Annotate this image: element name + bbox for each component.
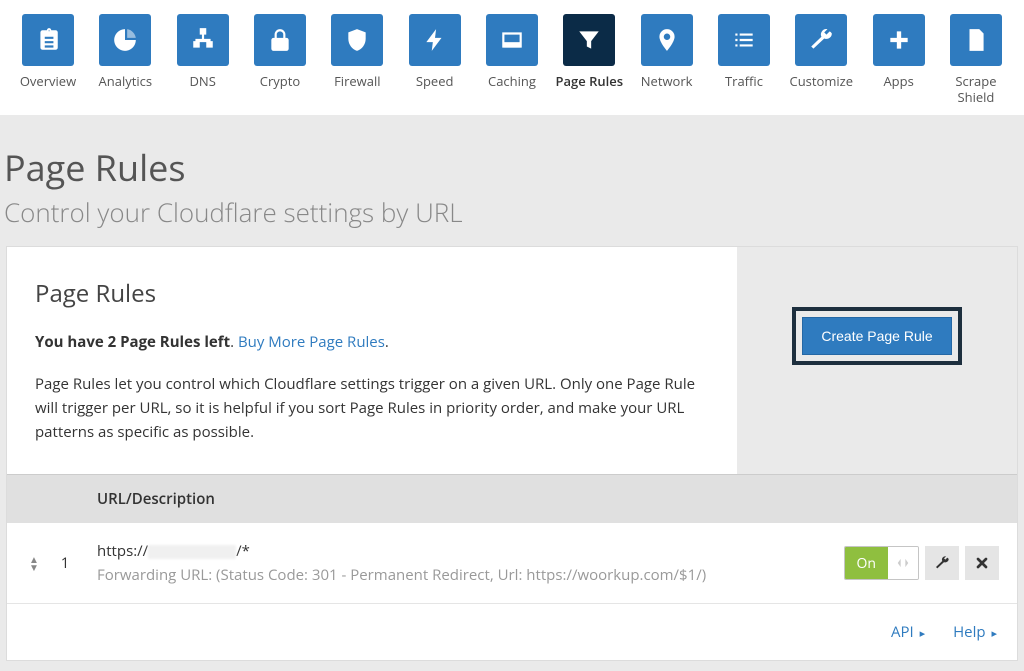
drag-handle[interactable]: ▲ ▼ <box>21 555 47 571</box>
nav-label: Network <box>641 74 693 90</box>
nav-customize[interactable]: Customize <box>785 14 857 105</box>
nav-label: Caching <box>488 74 536 90</box>
nav-speed[interactable]: Speed <box>399 14 471 105</box>
nav-label: Page Rules <box>555 74 623 90</box>
nav-label: Firewall <box>334 74 380 90</box>
plus-icon <box>873 14 925 66</box>
nav-label: Traffic <box>725 74 763 90</box>
nav-label: Overview <box>20 74 76 90</box>
table-row: ▲ ▼ 1 https:///* Forwarding URL: (Status… <box>7 523 1017 604</box>
delete-button[interactable] <box>965 546 999 580</box>
card-heading: Page Rules <box>35 277 709 310</box>
redacted-domain <box>148 545 236 559</box>
page-subtitle: Control your Cloudflare settings by URL <box>4 194 1024 230</box>
nav-traffic[interactable]: Traffic <box>708 14 780 105</box>
nav-page-rules[interactable]: Page Rules <box>553 14 625 105</box>
list-icon <box>718 14 770 66</box>
nav-label: Apps <box>883 74 913 90</box>
edit-button[interactable] <box>925 546 959 580</box>
nav-network[interactable]: Network <box>631 14 703 105</box>
table-header-url: URL/Description <box>7 474 1017 523</box>
nav-label: Scrape Shield <box>940 74 1012 105</box>
create-button-highlight: Create Page Rule <box>792 307 961 365</box>
caret-right-icon: ▸ <box>991 626 997 641</box>
buy-more-link[interactable]: Buy More Page Rules <box>238 332 385 352</box>
page-body: Page Rules Control your Cloudflare setti… <box>0 115 1024 671</box>
nav-caching[interactable]: Caching <box>476 14 548 105</box>
card-footer: API ▸ Help ▸ <box>7 604 1017 660</box>
shield-icon <box>331 14 383 66</box>
nav-dns[interactable]: DNS <box>167 14 239 105</box>
sitemap-icon <box>177 14 229 66</box>
card-desc: Page Rules let you control which Cloudfl… <box>35 372 709 444</box>
rules-remaining-count: You have 2 Page Rules left <box>35 332 230 352</box>
nav-label: Crypto <box>260 74 300 90</box>
card-description: Page Rules You have 2 Page Rules left. B… <box>7 247 737 474</box>
wrench-icon <box>795 14 847 66</box>
enable-toggle[interactable]: On <box>844 546 919 580</box>
create-page-rule-button[interactable]: Create Page Rule <box>802 317 951 355</box>
page-title: Page Rules <box>4 143 1024 192</box>
api-link[interactable]: API ▸ <box>891 622 925 642</box>
document-icon <box>950 14 1002 66</box>
close-icon <box>974 555 990 571</box>
rules-remaining-text: You have 2 Page Rules left. Buy More Pag… <box>35 332 709 352</box>
caret-right-icon: ▸ <box>920 626 926 641</box>
nav-label: Customize <box>790 74 854 90</box>
bolt-icon <box>409 14 461 66</box>
card-action-panel: Create Page Rule <box>737 247 1017 474</box>
clipboard-icon <box>22 14 74 66</box>
nav-analytics[interactable]: Analytics <box>89 14 161 105</box>
pie-chart-icon <box>99 14 151 66</box>
main-nav: Overview Analytics DNS Crypto Firewall S… <box>0 0 1024 115</box>
help-link[interactable]: Help ▸ <box>953 622 997 642</box>
nav-crypto[interactable]: Crypto <box>244 14 316 105</box>
drive-icon <box>486 14 538 66</box>
funnel-icon <box>563 14 615 66</box>
toggle-off-icon <box>888 547 918 579</box>
nav-overview[interactable]: Overview <box>12 14 84 105</box>
nav-label: Analytics <box>99 74 153 90</box>
lock-icon <box>254 14 306 66</box>
nav-label: DNS <box>189 74 215 90</box>
rule-description: Forwarding URL: (Status Code: 301 - Perm… <box>97 565 844 585</box>
nav-firewall[interactable]: Firewall <box>321 14 393 105</box>
chevron-down-icon: ▼ <box>29 563 39 571</box>
nav-label: Speed <box>416 74 454 90</box>
row-order: 1 <box>47 553 83 573</box>
wrench-icon <box>934 555 950 571</box>
page-rules-card: Page Rules You have 2 Page Rules left. B… <box>6 246 1018 661</box>
row-actions: On <box>844 546 999 580</box>
row-content: https:///* Forwarding URL: (Status Code:… <box>83 541 844 585</box>
pin-icon <box>641 14 693 66</box>
nav-apps[interactable]: Apps <box>863 14 935 105</box>
nav-scrape-shield[interactable]: Scrape Shield <box>940 14 1012 105</box>
rule-url: https:///* <box>97 541 844 561</box>
page-header: Page Rules Control your Cloudflare setti… <box>0 115 1024 246</box>
toggle-on-label: On <box>845 547 888 579</box>
